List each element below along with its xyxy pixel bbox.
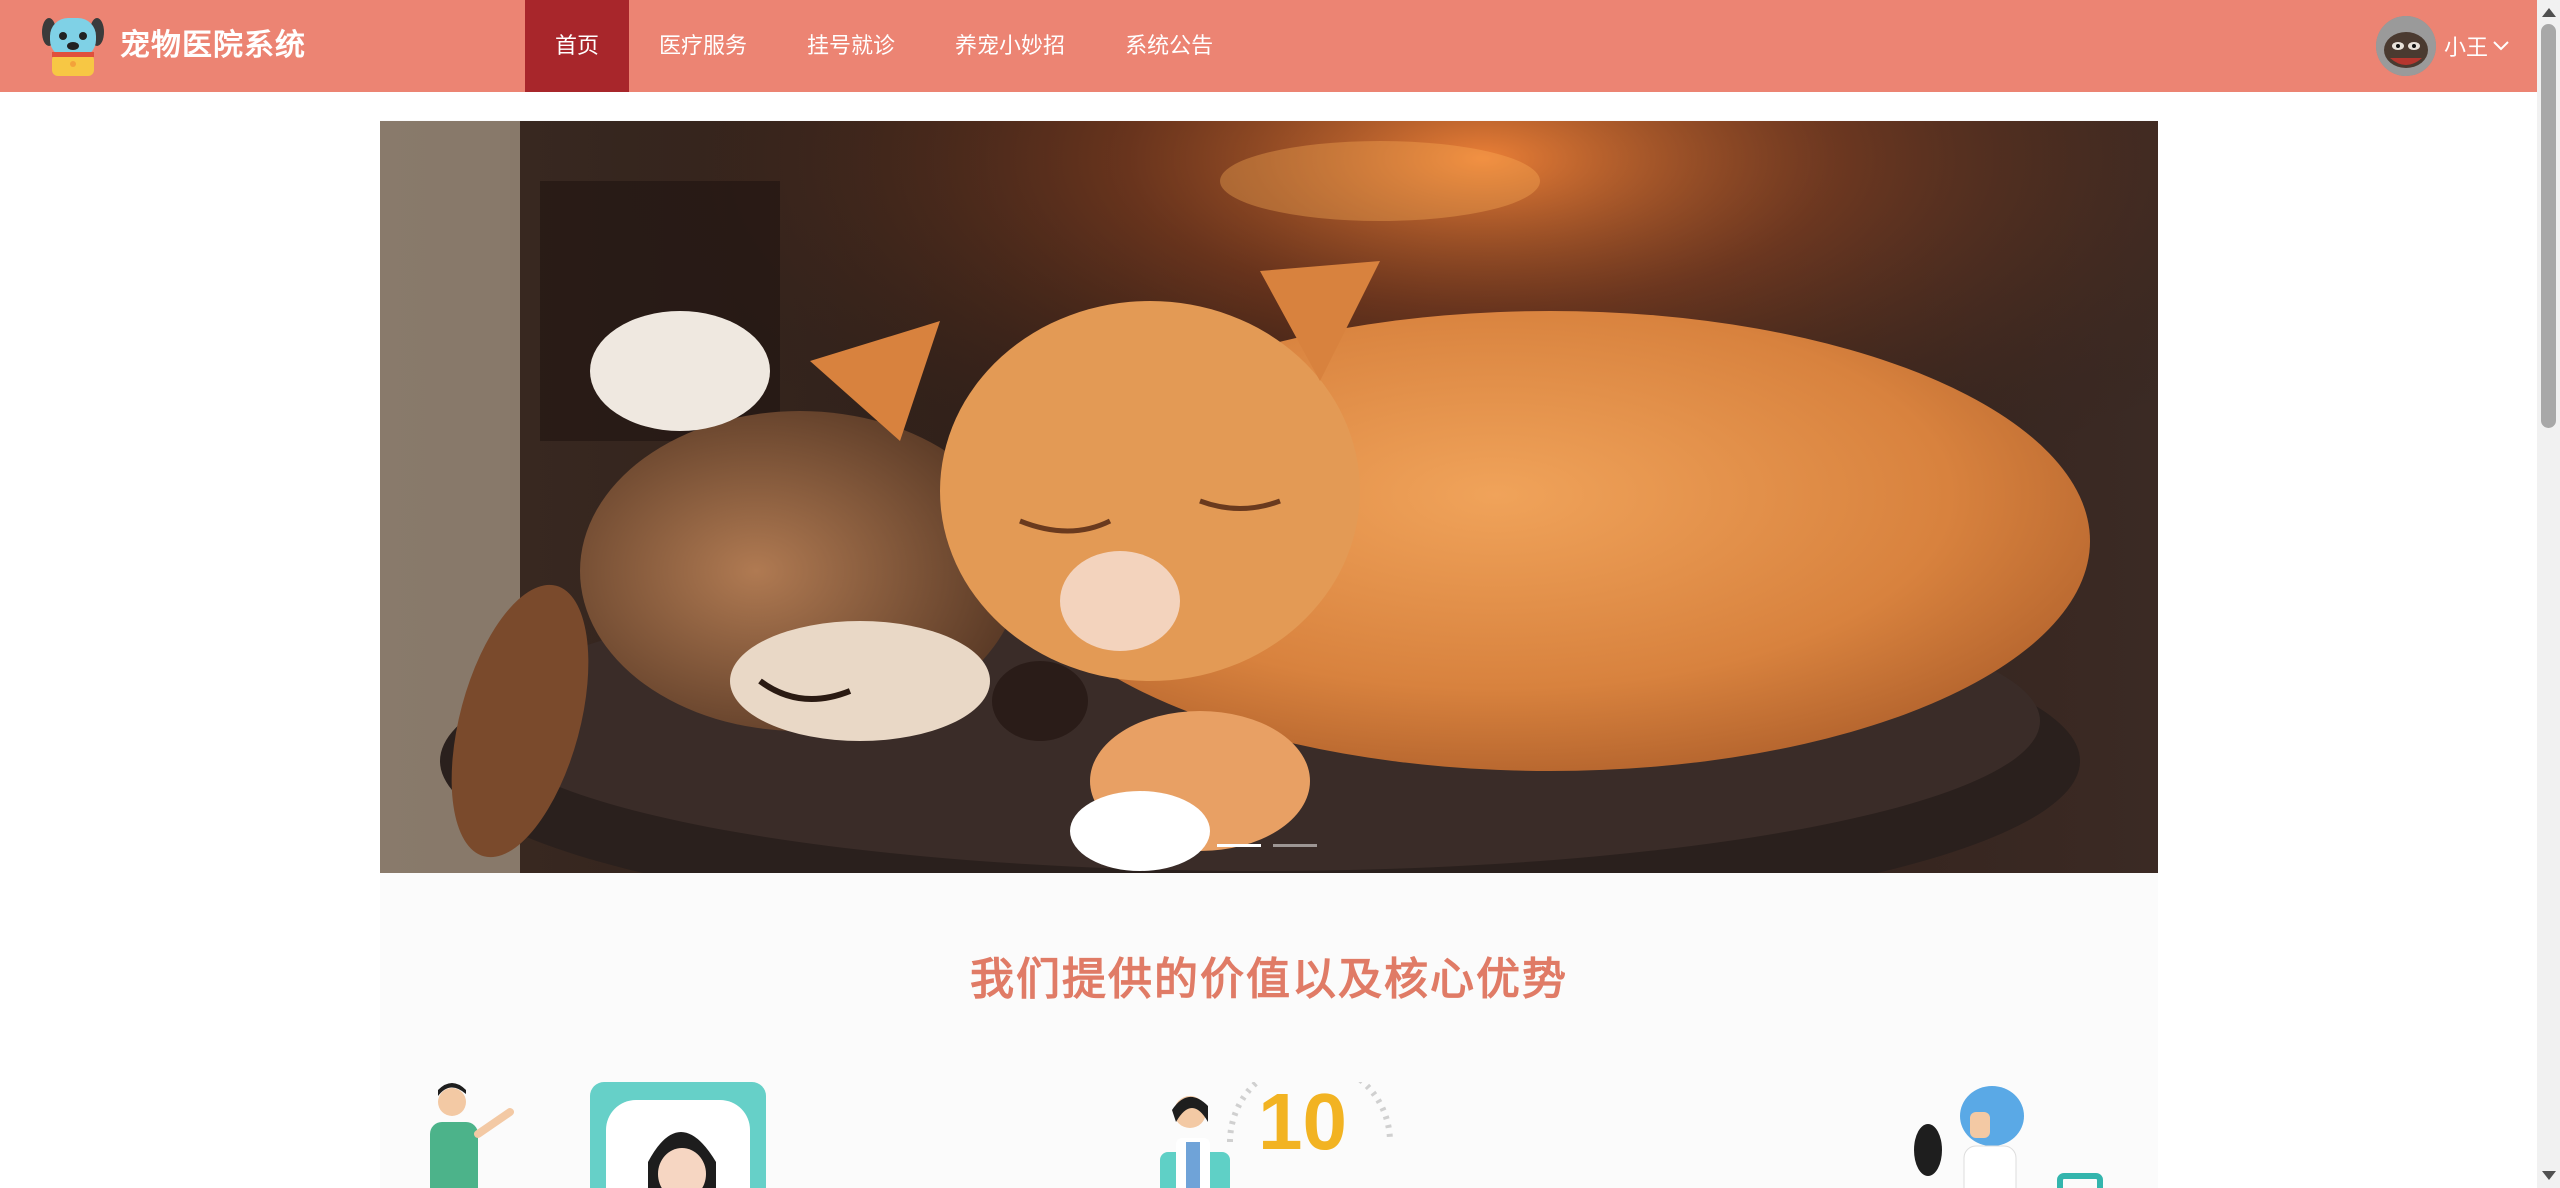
page-scrollbar[interactable]	[2537, 0, 2560, 1188]
section-title: 我们提供的价值以及核心优势	[970, 954, 1568, 1005]
user-avatar[interactable]	[2376, 16, 2436, 76]
app-title: 宠物医院系统	[120, 28, 306, 63]
fast-service-illustration: 10	[1100, 1082, 1400, 1188]
banner-photo	[380, 121, 2158, 873]
banner-carousel[interactable]	[380, 121, 2158, 873]
carousel-dot[interactable]	[1217, 844, 1261, 847]
carousel-dot[interactable]	[1273, 844, 1317, 847]
user-menu[interactable]: 小王	[2376, 14, 2510, 78]
nav-item-medical-services[interactable]: 医疗服务	[629, 0, 777, 92]
chevron-down-icon[interactable]	[2492, 40, 2510, 52]
dog-logo-icon[interactable]	[40, 12, 106, 80]
nav-item-pet-tips[interactable]: 养宠小妙招	[925, 0, 1095, 92]
nav-item-home[interactable]: 首页	[525, 0, 630, 92]
doctor-consultation-illustration	[410, 1082, 780, 1188]
top-navbar: 宠物医院系统 首页 医疗服务 挂号就诊 养宠小妙招 系统公告 小王	[0, 0, 2537, 92]
delivery-courier-illustration	[1860, 1082, 2110, 1188]
main-nav: 首页 医疗服务 挂号就诊 养宠小妙招 系统公告	[525, 0, 1243, 92]
scrollbar-thumb[interactable]	[2541, 24, 2556, 428]
nav-item-announcements[interactable]: 系统公告	[1095, 0, 1243, 92]
carousel-indicators	[1217, 844, 1317, 847]
scroll-down-arrow-icon[interactable]	[2542, 1171, 2556, 1180]
username[interactable]: 小王	[2444, 30, 2488, 62]
scroll-up-arrow-icon[interactable]	[2542, 8, 2556, 17]
nav-item-registration[interactable]: 挂号就诊	[777, 0, 925, 92]
fast-service-badge: 10	[1258, 1082, 1347, 1166]
